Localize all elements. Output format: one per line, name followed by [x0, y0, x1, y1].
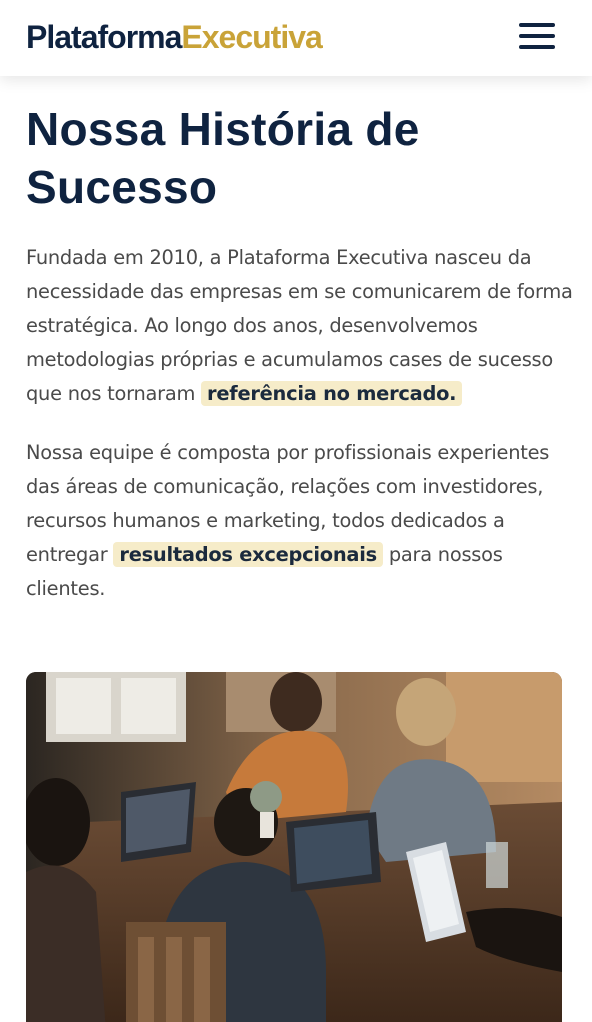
logo-plataforma: Plataforma	[26, 19, 182, 55]
team-photo	[26, 672, 562, 1022]
team-working-image	[26, 672, 562, 1022]
logo-executiva: Executiva	[181, 19, 322, 55]
logo[interactable]: PlataformaExecutiva	[26, 17, 323, 57]
highlight-results: resultados excepcionais	[113, 542, 383, 567]
menu-button[interactable]	[514, 18, 560, 54]
site-header: PlataformaExecutiva	[0, 0, 592, 76]
team-paragraph: Nossa equipe é composta por profissionai…	[26, 436, 574, 606]
highlight-reference: referência no mercado.	[201, 381, 463, 406]
page-title: Nossa História de Sucesso	[26, 103, 420, 213]
history-paragraph: Fundada em 2010, a Plataforma Executiva …	[26, 241, 574, 411]
